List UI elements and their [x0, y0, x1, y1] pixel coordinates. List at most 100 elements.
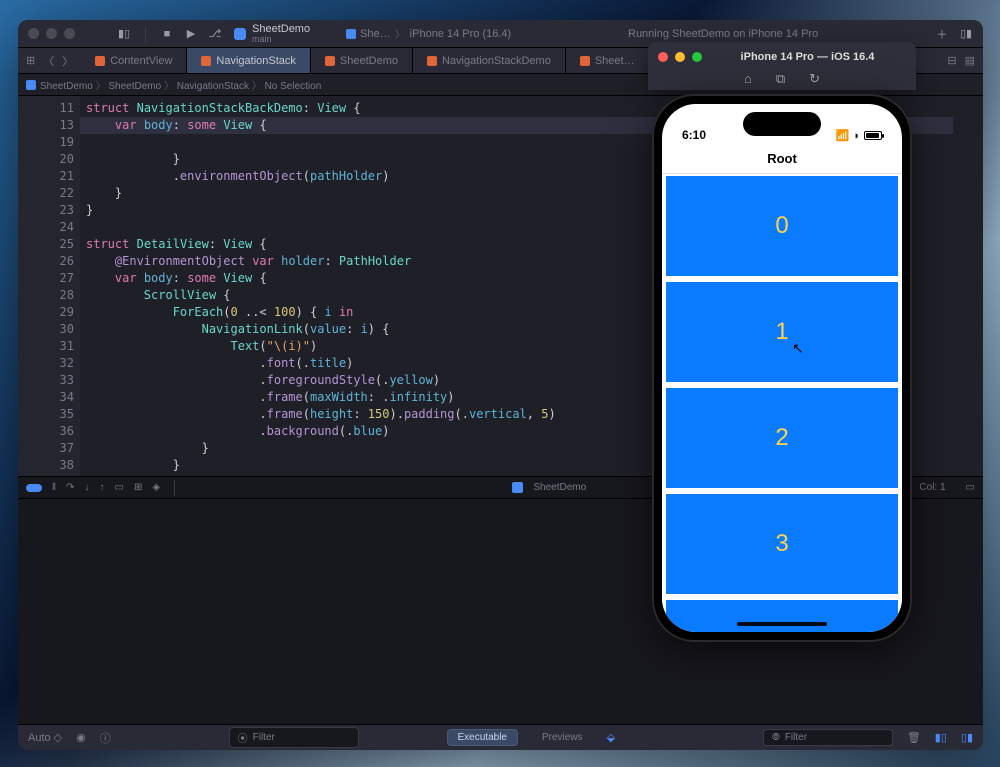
- line-number[interactable]: 32: [42, 355, 74, 372]
- list-cell[interactable]: 3: [666, 494, 898, 594]
- scheme-name: SheetDemo: [252, 24, 310, 35]
- debug-target[interactable]: SheetDemo: [533, 482, 586, 493]
- pane-right-icon[interactable]: ▯▮: [961, 731, 973, 744]
- tab-label: SheetDemo: [340, 55, 398, 67]
- back-icon[interactable]: 〈: [43, 53, 54, 69]
- close-dot[interactable]: [28, 28, 39, 39]
- home-icon[interactable]: ⌂: [744, 71, 752, 87]
- sim-nav-title: Root: [662, 144, 902, 174]
- debug-view-icon[interactable]: ▭: [115, 482, 124, 493]
- line-number[interactable]: 30: [42, 321, 74, 338]
- line-number[interactable]: 33: [42, 372, 74, 389]
- sim-zoom-dot[interactable]: [692, 52, 702, 62]
- line-number[interactable]: 38: [42, 457, 74, 474]
- minimap-strip[interactable]: [953, 96, 983, 476]
- simulator-title: iPhone 14 Pro — iOS 16.4: [709, 51, 906, 63]
- breakpoint-toggle-icon[interactable]: [26, 484, 42, 492]
- cursor-position: Col: 1: [919, 482, 949, 493]
- step-over-icon[interactable]: ↷: [66, 482, 74, 493]
- pause-icon[interactable]: ‖: [52, 482, 56, 493]
- tab-sheetdemo[interactable]: SheetDemo: [311, 48, 413, 73]
- run-icon[interactable]: ▶: [184, 27, 198, 41]
- screenshot-icon[interactable]: ⧉: [776, 71, 785, 87]
- line-gutter[interactable]: 1113192021222324252627282930313233343536…: [42, 96, 80, 476]
- swift-icon: [95, 56, 105, 66]
- breakpoint-strip[interactable]: [18, 96, 42, 476]
- app-icon: [234, 28, 246, 40]
- sim-scroll-list[interactable]: 0123 4: [662, 174, 902, 632]
- line-number[interactable]: 31: [42, 338, 74, 355]
- line-number[interactable]: 22: [42, 185, 74, 202]
- line-number[interactable]: 23: [42, 202, 74, 219]
- breadcrumb-target[interactable]: She…: [360, 28, 391, 40]
- console-filter[interactable]: ⦾ Filter: [763, 729, 893, 746]
- line-number[interactable]: 24: [42, 219, 74, 236]
- stop-icon[interactable]: ■: [160, 27, 174, 41]
- list-cell[interactable]: 4: [666, 600, 898, 632]
- rotate-icon[interactable]: ↻: [809, 71, 820, 87]
- line-number[interactable]: 19: [42, 134, 74, 151]
- sim-close-dot[interactable]: [658, 52, 668, 62]
- filter-placeholder: Filter: [253, 732, 275, 743]
- line-number[interactable]: 13: [42, 117, 74, 134]
- location-icon[interactable]: ◈: [152, 482, 160, 493]
- scheme-selector[interactable]: SheetDemo main: [234, 24, 310, 44]
- line-number[interactable]: 28: [42, 287, 74, 304]
- metrics-icon[interactable]: ⬙: [607, 731, 615, 744]
- line-number[interactable]: 27: [42, 270, 74, 287]
- pane-left-icon[interactable]: ▮▯: [935, 731, 947, 744]
- filter-icon: ⦾: [772, 732, 780, 743]
- tab-contentview[interactable]: ContentView: [81, 48, 187, 73]
- forward-icon[interactable]: 〉: [62, 53, 73, 69]
- sim-time: 6:10: [682, 128, 706, 142]
- related-icon[interactable]: ⊞: [26, 54, 35, 67]
- tab-navigationstackdemo[interactable]: NavigationStackDemo: [413, 48, 566, 73]
- memory-icon[interactable]: ⊞: [134, 482, 142, 493]
- eye-icon[interactable]: ◉: [76, 731, 86, 744]
- step-in-icon[interactable]: ↓: [85, 482, 90, 493]
- step-out-icon[interactable]: ↑: [100, 482, 105, 493]
- list-cell[interactable]: 0: [666, 176, 898, 276]
- line-number[interactable]: 21: [42, 168, 74, 185]
- sidebar-left-icon[interactable]: ▮▯: [117, 27, 131, 41]
- sim-minimize-dot[interactable]: [675, 52, 685, 62]
- auto-menu[interactable]: Auto ◇: [28, 731, 62, 744]
- executable-segment[interactable]: Executable: [447, 729, 518, 746]
- info-icon[interactable]: ⓘ: [100, 730, 111, 746]
- line-number[interactable]: 29: [42, 304, 74, 321]
- breadcrumb-device[interactable]: iPhone 14 Pro (16.4): [410, 28, 512, 40]
- tab-navigationstack[interactable]: NavigationStack: [187, 48, 311, 73]
- jump-item[interactable]: No Selection: [265, 81, 322, 92]
- line-number[interactable]: 37: [42, 440, 74, 457]
- minimize-dot[interactable]: [46, 28, 57, 39]
- tab-sheet…[interactable]: Sheet…: [566, 48, 650, 73]
- editor-layout-icon[interactable]: ⊟: [947, 54, 956, 67]
- scheme-branch: main: [252, 35, 310, 44]
- jump-item[interactable]: NavigationStack: [177, 81, 249, 92]
- variables-filter[interactable]: ⦿ Filter: [229, 727, 359, 748]
- zoom-dot[interactable]: [64, 28, 75, 39]
- line-number[interactable]: 34: [42, 389, 74, 406]
- editor-split-icon[interactable]: ▭: [966, 482, 975, 493]
- line-number[interactable]: 11: [42, 100, 74, 117]
- line-number[interactable]: 36: [42, 423, 74, 440]
- list-cell[interactable]: 1: [666, 282, 898, 382]
- line-number[interactable]: 39: [42, 474, 74, 476]
- previews-segment[interactable]: Previews: [532, 730, 593, 745]
- line-number[interactable]: 26: [42, 253, 74, 270]
- line-number[interactable]: 35: [42, 406, 74, 423]
- branch-icon[interactable]: ⎇: [208, 27, 222, 41]
- jump-item[interactable]: SheetDemo: [108, 81, 161, 92]
- simulator-screen[interactable]: 6:10 📶 ◗ Root 01234: [662, 104, 902, 632]
- home-indicator[interactable]: [737, 622, 827, 626]
- editor-options-icon[interactable]: ▤: [965, 54, 975, 67]
- jump-item[interactable]: SheetDemo: [40, 81, 93, 92]
- sidebar-right-icon[interactable]: ▯▮: [959, 27, 973, 41]
- line-number[interactable]: 20: [42, 151, 74, 168]
- line-number[interactable]: 25: [42, 236, 74, 253]
- trash-icon[interactable]: 🗑: [907, 731, 921, 744]
- simulator-window: iPhone 14 Pro — iOS 16.4 ⌂ ⧉ ↻ 6:10 📶 ◗ …: [648, 42, 916, 642]
- add-icon[interactable]: ＋: [935, 27, 949, 41]
- traffic-lights[interactable]: [28, 28, 75, 39]
- list-cell[interactable]: 2: [666, 388, 898, 488]
